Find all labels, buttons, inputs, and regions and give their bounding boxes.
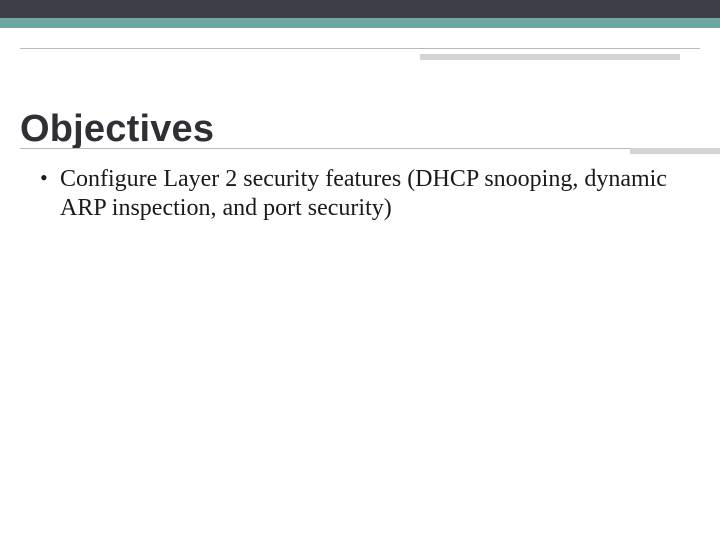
title-rule-top	[20, 48, 700, 49]
title-rule-bottom	[20, 148, 700, 149]
top-accent-dark	[0, 0, 720, 18]
title-rule-top-right-segment	[420, 54, 680, 60]
bullet-list: Configure Layer 2 security features (DHC…	[38, 165, 678, 224]
title-rule-bottom-right-segment	[630, 148, 720, 154]
slide-title: Objectives	[20, 110, 700, 148]
top-accent-bar	[0, 0, 720, 28]
bullet-text: Configure Layer 2 security features (DHC…	[60, 166, 667, 221]
title-row: Objectives	[20, 110, 700, 148]
slide-body: Configure Layer 2 security features (DHC…	[38, 165, 678, 224]
list-item: Configure Layer 2 security features (DHC…	[38, 165, 678, 224]
top-accent-teal	[0, 18, 720, 28]
slide: Objectives Configure Layer 2 security fe…	[0, 0, 720, 540]
